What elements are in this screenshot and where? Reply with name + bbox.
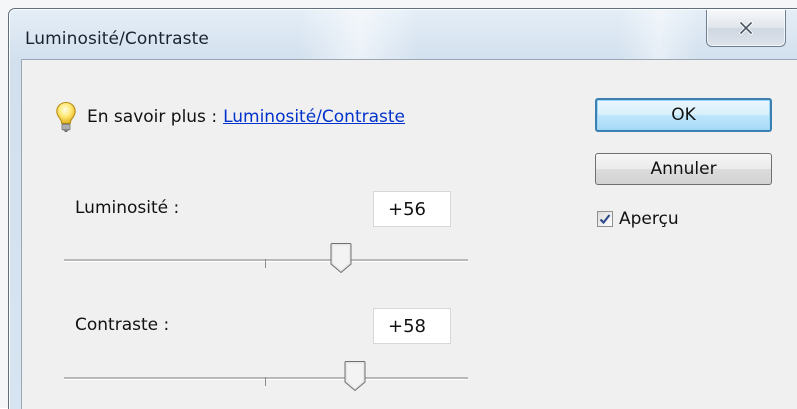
brightness-slider[interactable] [64, 242, 468, 276]
cancel-button[interactable]: Annuler [595, 153, 772, 185]
checkmark-icon [599, 214, 611, 225]
lightbulb-icon [56, 101, 76, 132]
brightness-value: +56 [388, 198, 426, 220]
contrast-slider-thumb[interactable] [344, 360, 366, 392]
brightness-slider-thumb[interactable] [330, 242, 352, 274]
brightness-slider-track[interactable] [64, 259, 468, 262]
learn-more-label: En savoir plus : [87, 107, 218, 127]
ok-button[interactable]: OK [595, 98, 772, 132]
brightness-input[interactable]: +56 [373, 191, 451, 227]
contrast-label: Contraste : [75, 315, 170, 335]
window-title: Luminosité/Contraste [25, 29, 209, 49]
preview-toggle[interactable]: Aperçu [597, 206, 679, 232]
dialog-content: En savoir plus : Luminosité/Contraste Lu… [21, 59, 797, 409]
contrast-slider-tick [265, 377, 266, 386]
contrast-slider-track[interactable] [64, 377, 468, 380]
close-button[interactable] [706, 10, 786, 47]
brightness-label: Luminosité : [75, 198, 180, 218]
contrast-value: +58 [388, 315, 426, 337]
brightness-slider-tick [265, 259, 266, 268]
learn-more-link[interactable]: Luminosité/Contraste [223, 107, 405, 127]
contrast-input[interactable]: +58 [373, 308, 451, 344]
learn-more-row: En savoir plus : Luminosité/Contraste [55, 100, 405, 134]
close-x-icon [738, 21, 754, 35]
dialog-window: Luminosité/Contraste En savoir plus: Lu… [8, 8, 797, 409]
preview-checkbox[interactable] [597, 211, 613, 227]
contrast-slider[interactable] [64, 360, 468, 394]
title-bar[interactable]: Luminosité/Contraste [9, 9, 797, 59]
preview-label: Aperçu [619, 209, 679, 229]
